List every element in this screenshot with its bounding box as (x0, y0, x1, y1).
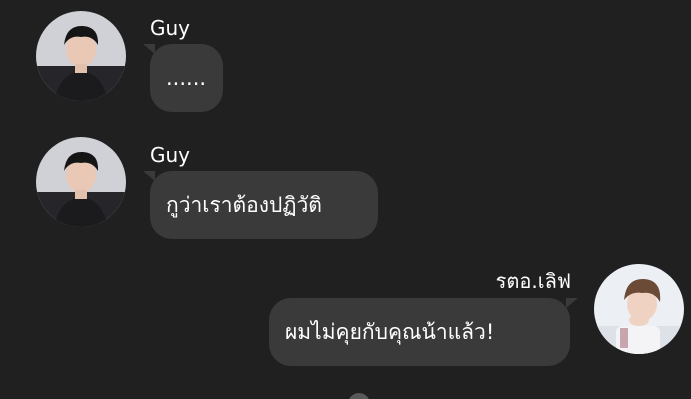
sender-avatar-love[interactable] (594, 264, 684, 354)
message-text: กูว่าเราต้องปฏิวัติ (166, 193, 322, 217)
sender-avatar-guy[interactable] (36, 137, 126, 227)
chat-thread: Guy ...... Guy กูว่าเราต้องปฏิวัติ รตอ.เ… (0, 0, 691, 399)
message-bubble[interactable]: ...... (150, 44, 223, 112)
bubble-tail (566, 298, 578, 308)
sender-name: รตอ.เลิฟ (495, 269, 571, 293)
message-bubble[interactable]: ผมไม่คุยกับคุณน้าแล้ว! (269, 298, 570, 366)
sender-avatar-guy[interactable] (36, 11, 126, 101)
sender-name: Guy (150, 16, 191, 40)
sender-name: Guy (150, 143, 191, 167)
scroll-indicator (348, 393, 370, 399)
message-bubble[interactable]: กูว่าเราต้องปฏิวัติ (150, 171, 378, 239)
message-text: ...... (166, 66, 207, 90)
message-text: ผมไม่คุยกับคุณน้าแล้ว! (285, 320, 495, 344)
